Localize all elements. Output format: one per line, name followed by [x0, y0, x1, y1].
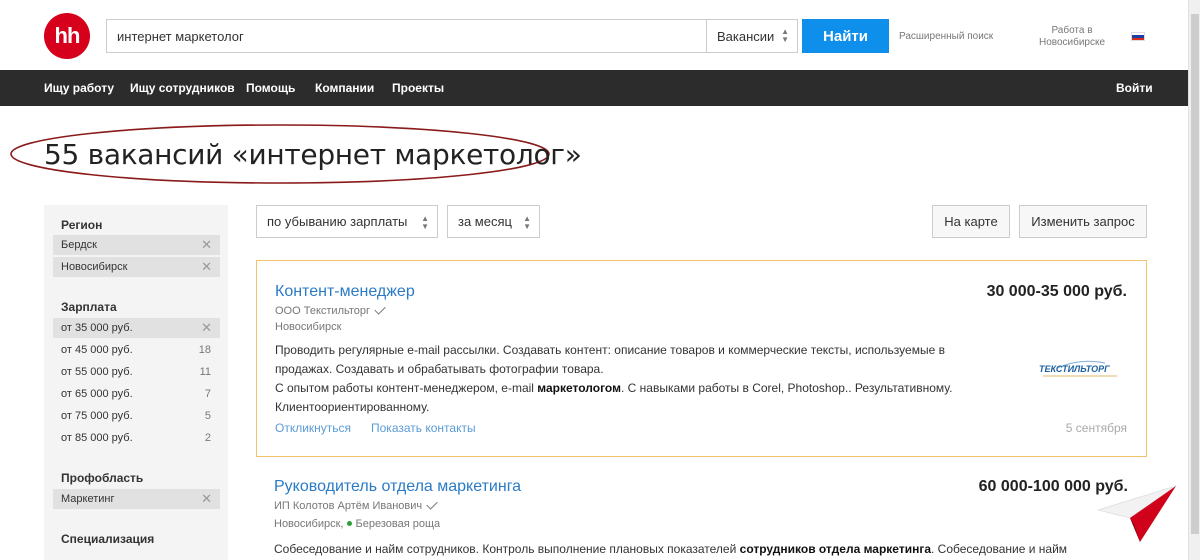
paper-plane-icon — [1096, 485, 1177, 542]
metro-icon — [347, 521, 353, 526]
vacancy-city: Новосибирск, — [274, 518, 344, 530]
period-select-label: за месяц — [458, 214, 512, 229]
flag-stripe-red — [1132, 37, 1144, 40]
respond-link[interactable]: Откликнуться — [275, 421, 351, 435]
filter-salary-title: Зарплата — [61, 300, 117, 314]
vacancy-description: Собеседование и найм сотрудников. Контро… — [274, 540, 1104, 559]
salary-option-count: 5 — [204, 410, 211, 422]
vacancy-location: Новосибирск, Березовая роща — [274, 518, 440, 530]
sort-select[interactable]: по убыванию зарплаты ▲ ▼ — [256, 205, 438, 238]
salary-option[interactable]: от 55 000 руб. 11 — [61, 366, 211, 378]
select-arrows-icon: ▲ ▼ — [421, 214, 429, 231]
req-highlight: маркетологом — [537, 381, 621, 395]
filter-profarea-title: Профобласть — [61, 471, 144, 485]
company-logo-text: ТЕКСТИЛЬТОРГ — [1039, 364, 1110, 374]
chip-label: Новосибирск — [61, 261, 128, 273]
nav-item-projects[interactable]: Проекты — [392, 81, 444, 95]
salary-option[interactable]: от 65 000 руб. 7 — [61, 388, 211, 400]
vacancy-description: Проводить регулярные e-mail рассылки. Со… — [275, 341, 995, 417]
remove-icon[interactable]: ✕ — [201, 320, 212, 336]
remove-icon[interactable]: ✕ — [201, 259, 212, 275]
show-contacts-link[interactable]: Показать контакты — [371, 421, 476, 435]
nav-item-help[interactable]: Помощь — [246, 81, 295, 95]
vacancy-company[interactable]: ООО Текстильторг — [275, 303, 386, 317]
vacancy-title-link[interactable]: Руководитель отдела маркетинга — [274, 478, 521, 496]
vacancy-salary: 30 000-35 000 руб. — [986, 283, 1127, 300]
work-in-line2: Новосибирске — [1038, 37, 1106, 48]
salary-option-label: от 75 000 руб. — [61, 410, 133, 422]
filter-specialization-title: Специализация — [61, 532, 155, 546]
vacancy-requirements: С опытом работы контент-менеджером, e-ma… — [275, 379, 995, 417]
vacancy-date: 5 сентября — [1065, 421, 1127, 435]
desc-text-a: Собеседование и найм сотрудников. Контро… — [274, 542, 740, 556]
region-chip-berdsk[interactable]: Бердск ✕ — [53, 235, 220, 255]
vacancy-responsibilities: Проводить регулярные e-mail рассылки. Со… — [275, 343, 945, 376]
work-in-city-link[interactable]: Работа в Новосибирске — [1032, 25, 1112, 49]
req-text-a: С опытом работы контент-менеджером, e-ma… — [275, 381, 538, 395]
chip-label: Бердск — [61, 239, 97, 251]
select-arrows-icon: ▲ ▼ — [781, 27, 789, 44]
page-scrollbar[interactable] — [1188, 0, 1200, 560]
salary-option-count: 7 — [204, 388, 211, 400]
work-in-line1: Работа в — [1051, 25, 1093, 36]
remove-icon[interactable]: ✕ — [201, 491, 212, 507]
salary-option-count: 2 — [204, 432, 211, 444]
search-input[interactable] — [106, 19, 706, 53]
filters-sidebar: Регион Бердск ✕ Новосибирск ✕ Зарплата от … — [44, 205, 228, 560]
sort-select-label: по убыванию зарплаты — [267, 214, 408, 229]
nav-item-companies[interactable]: Компании — [315, 81, 374, 95]
salary-option[interactable]: от 45 000 руб. 18 — [61, 344, 211, 356]
salary-option-label: от 85 000 руб. — [61, 432, 133, 444]
salary-option-label: от 65 000 руб. — [61, 388, 133, 400]
salary-option[interactable]: от 75 000 руб. 5 — [61, 410, 211, 422]
search-type-select[interactable]: Вакансии ▲ ▼ — [706, 19, 798, 53]
vacancy-company[interactable]: ИП Колотов Артём Иванович — [274, 498, 438, 512]
company-logo[interactable]: ТЕКСТИЛЬТОРГ — [1035, 356, 1125, 380]
hh-logo[interactable]: hh — [44, 13, 90, 59]
remove-icon[interactable]: ✕ — [201, 237, 212, 253]
salary-option-count: 11 — [199, 366, 211, 378]
russian-flag-icon[interactable] — [1131, 32, 1145, 41]
period-select[interactable]: за месяц ▲ ▼ — [447, 205, 540, 238]
salary-option-label: от 45 000 руб. — [61, 344, 133, 356]
vacancy-card: Контент-менеджер 30 000-35 000 руб. ООО … — [256, 260, 1147, 457]
search-type-label: Вакансии — [717, 28, 775, 44]
salary-option-count: 18 — [198, 344, 211, 356]
login-link[interactable]: Войти — [1116, 81, 1153, 95]
edit-query-button[interactable]: Изменить запрос — [1019, 205, 1147, 238]
desc-text-c: . Собеседование и найм — [931, 542, 1068, 556]
profarea-chip-marketing[interactable]: Маркетинг ✕ — [53, 489, 220, 509]
desc-highlight: сотрудников отдела маркетинга — [739, 542, 931, 556]
chip-label: Маркетинг — [61, 493, 115, 505]
salary-option-label: от 55 000 руб. — [61, 366, 133, 378]
company-name: ООО Текстильторг — [275, 305, 371, 317]
search-button[interactable]: Найти — [802, 19, 889, 53]
filter-region-title: Регион — [61, 218, 103, 232]
salary-chip-selected[interactable]: от 35 000 руб. ✕ — [53, 318, 220, 338]
vacancy-city: Новосибирск — [275, 321, 342, 333]
scrollbar-thumb[interactable] — [1191, 14, 1199, 534]
nav-item-find-employees[interactable]: Ищу сотрудников — [130, 81, 235, 95]
verified-check-icon — [374, 303, 386, 315]
metro-station: Березовая роща — [355, 518, 441, 530]
page-title: 55 вакансий «интернет маркетолог» — [44, 138, 582, 171]
main-nav: Ищу работу Ищу сотрудников Помощь Компан… — [0, 70, 1188, 106]
advanced-search-link[interactable]: Расширенный поиск — [899, 31, 993, 42]
company-name: ИП Колотов Артём Иванович — [274, 500, 423, 512]
salary-option[interactable]: от 85 000 руб. 2 — [61, 432, 211, 444]
chip-label: от 35 000 руб. — [61, 322, 133, 334]
nav-item-find-job[interactable]: Ищу работу — [44, 81, 114, 95]
header: hh Вакансии ▲▼ Найти Расширенный поиск Р… — [0, 0, 1188, 70]
verified-check-icon — [426, 498, 438, 510]
on-map-button[interactable]: На карте — [932, 205, 1010, 238]
select-arrows-icon: ▲ ▼ — [523, 214, 531, 231]
region-chip-novosibirsk[interactable]: Новосибирск ✕ — [53, 257, 220, 277]
vacancy-card: Руководитель отдела маркетинга 60 000-10… — [256, 458, 1147, 560]
vacancy-title-link[interactable]: Контент-менеджер — [275, 283, 415, 301]
